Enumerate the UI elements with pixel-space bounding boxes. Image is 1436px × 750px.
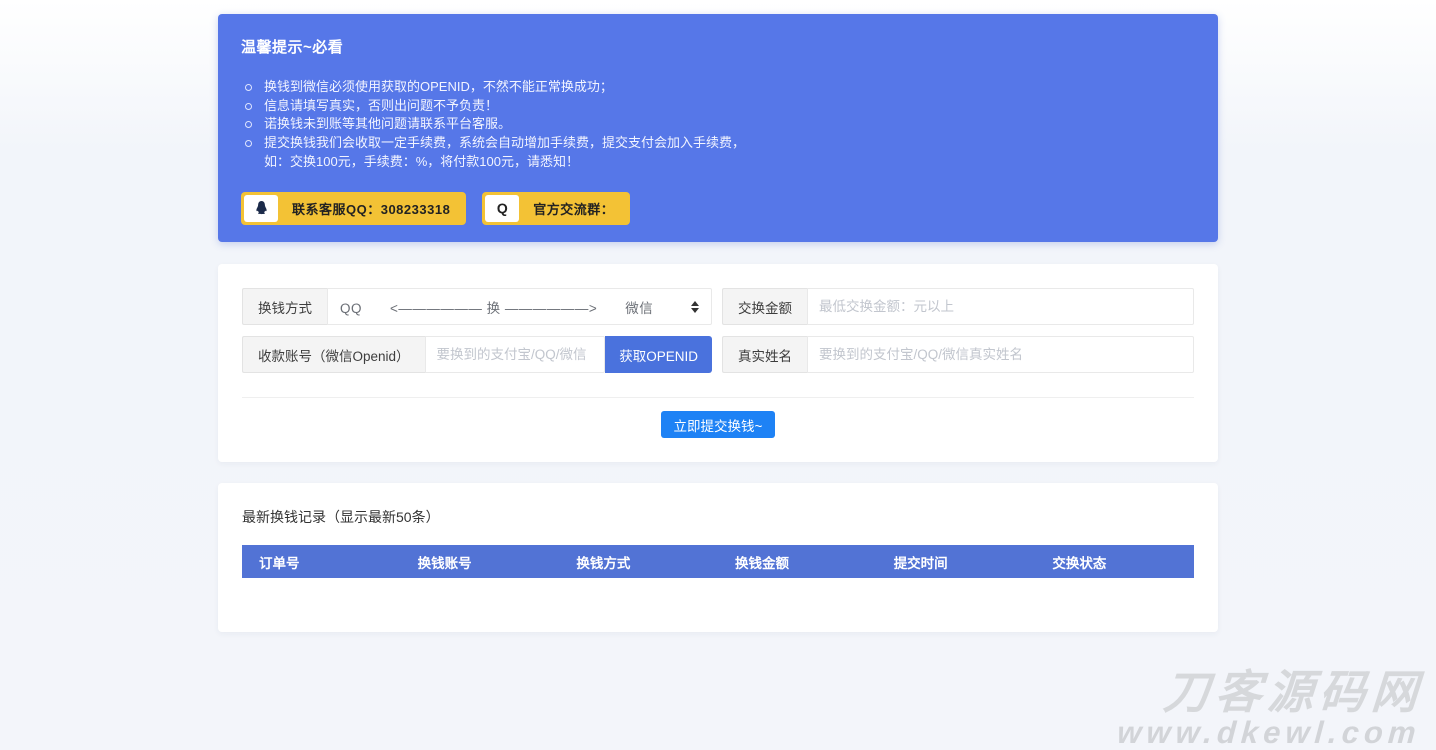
receive-account-group: 收款账号（微信Openid） 获取OPENID — [242, 336, 712, 373]
receive-account-label: 收款账号（微信Openid） — [242, 336, 425, 373]
exchange-method-value: QQ <—————— 换 ——————> 微信 — [340, 297, 683, 317]
page-container: 温馨提示~必看 换钱到微信必须使用获取的OPENID，不然不能正常换成功； 信息… — [218, 0, 1218, 632]
exchange-amount-input[interactable] — [807, 288, 1194, 325]
records-title: 最新换钱记录（显示最新50条） — [242, 507, 1194, 527]
submit-exchange-button[interactable]: 立即提交换钱~ — [661, 411, 776, 438]
contact-qq-label: 联系客服QQ：308233318 — [292, 199, 450, 218]
exchange-form-grid: 换钱方式 QQ <—————— 换 ——————> 微信 交换金额 收款账号（微… — [242, 288, 1194, 373]
exchange-method-group: 换钱方式 QQ <—————— 换 ——————> 微信 — [242, 288, 712, 325]
notice-banner: 温馨提示~必看 换钱到微信必须使用获取的OPENID，不然不能正常换成功； 信息… — [218, 14, 1218, 242]
exchange-amount-group: 交换金额 — [722, 288, 1194, 325]
official-group-label: 官方交流群： — [533, 199, 614, 218]
exchange-method-select[interactable]: QQ <—————— 换 ——————> 微信 — [327, 288, 712, 325]
column-exchange-method: 换钱方式 — [559, 552, 718, 572]
get-openid-button[interactable]: 获取OPENID — [605, 336, 712, 373]
contact-qq-button[interactable]: 联系客服QQ：308233318 — [241, 192, 466, 225]
notice-item: 信息请填写真实，否则出问题不予负责！ — [241, 97, 1195, 116]
records-card: 最新换钱记录（显示最新50条） 订单号 换钱账号 换钱方式 换钱金额 提交时间 … — [218, 483, 1218, 632]
column-exchange-account: 换钱账号 — [401, 552, 560, 572]
notice-item-text: 诺换钱未到账等其他问题请联系平台客服。 — [264, 116, 511, 131]
real-name-input[interactable] — [807, 336, 1194, 373]
notice-item-text: 换钱到微信必须使用获取的OPENID，不然不能正常换成功； — [264, 79, 613, 94]
watermark-site-url: www.dkewl.com — [1116, 717, 1421, 748]
column-exchange-amount: 换钱金额 — [718, 552, 877, 572]
notice-item-text: 提交换钱我们会收取一定手续费，系统会自动增加手续费，提交支付会加入手续费， — [264, 135, 745, 150]
real-name-label: 真实姓名 — [722, 336, 807, 373]
records-table-header: 订单号 换钱账号 换钱方式 换钱金额 提交时间 交换状态 — [242, 545, 1194, 578]
column-submit-time: 提交时间 — [877, 552, 1036, 572]
notice-title: 温馨提示~必看 — [241, 36, 1195, 57]
q-letter-icon: Q — [485, 195, 519, 222]
records-table-empty-body — [242, 578, 1194, 605]
notice-item: 诺换钱未到账等其他问题请联系平台客服。 — [241, 115, 1195, 134]
form-divider — [242, 397, 1194, 398]
notice-item: 换钱到微信必须使用获取的OPENID，不然不能正常换成功； — [241, 78, 1195, 97]
submit-row: 立即提交换钱~ — [242, 411, 1194, 438]
watermark-site-name: 刀客源码网 — [1118, 669, 1425, 715]
records-table: 订单号 换钱账号 换钱方式 换钱金额 提交时间 交换状态 — [242, 545, 1194, 605]
site-watermark: 刀客源码网 www.dkewl.com — [1116, 669, 1425, 748]
notice-item: 提交换钱我们会收取一定手续费，系统会自动增加手续费，提交支付会加入手续费， 如：… — [241, 134, 1195, 171]
select-updown-icon — [691, 301, 699, 313]
notice-buttons-row: 联系客服QQ：308233318 Q 官方交流群： — [241, 192, 1195, 225]
official-group-button[interactable]: Q 官方交流群： — [482, 192, 630, 225]
column-order-id: 订单号 — [242, 552, 401, 572]
column-exchange-status: 交换状态 — [1035, 552, 1194, 572]
receive-account-input[interactable] — [425, 336, 606, 373]
exchange-amount-label: 交换金额 — [722, 288, 807, 325]
notice-list: 换钱到微信必须使用获取的OPENID，不然不能正常换成功； 信息请填写真实，否则… — [241, 78, 1195, 172]
real-name-group: 真实姓名 — [722, 336, 1194, 373]
exchange-form-card: 换钱方式 QQ <—————— 换 ——————> 微信 交换金额 收款账号（微… — [218, 264, 1218, 462]
notice-item-continuation: 如：交换100元，手续费：%，将付款100元，请悉知！ — [264, 153, 1195, 172]
notice-item-text: 信息请填写真实，否则出问题不予负责！ — [264, 98, 498, 113]
qq-penguin-icon — [244, 195, 278, 222]
exchange-method-label: 换钱方式 — [242, 288, 327, 325]
